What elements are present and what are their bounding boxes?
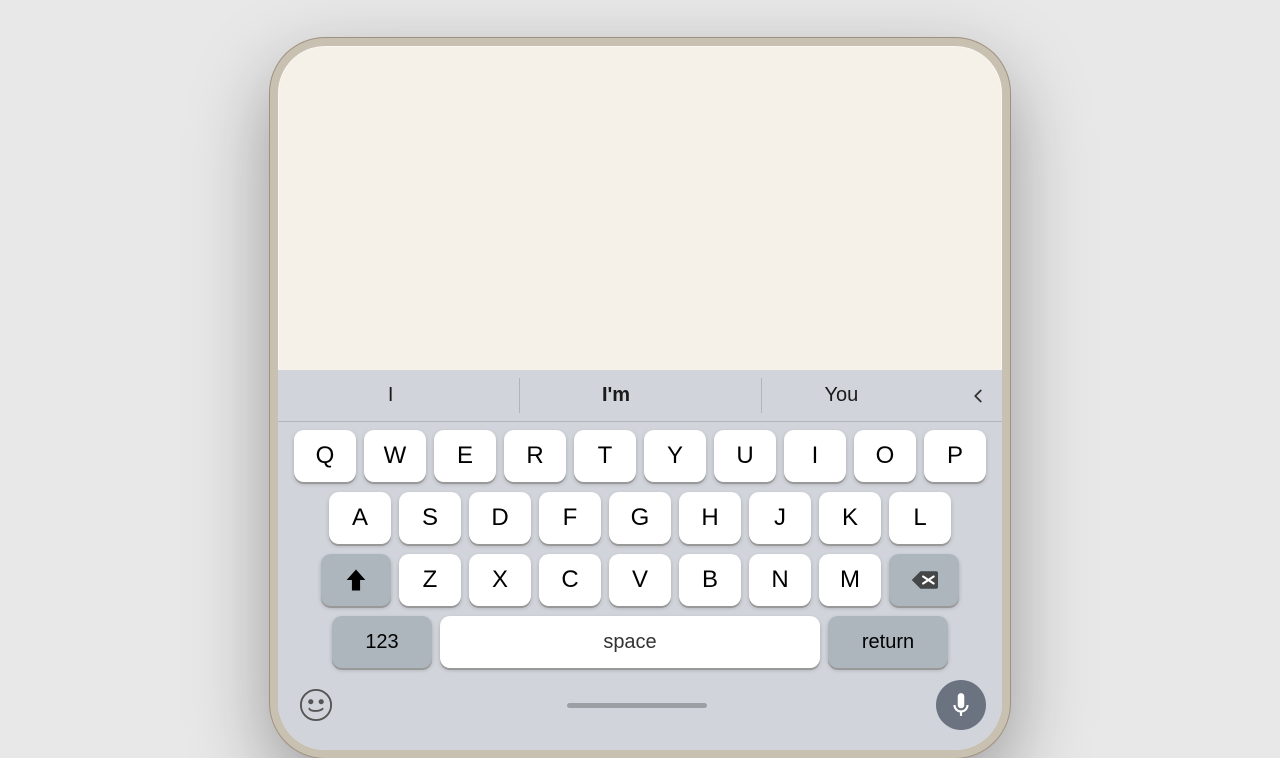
- key-N[interactable]: N: [749, 554, 811, 606]
- key-I[interactable]: I: [784, 430, 846, 482]
- predictive-bar: I I'm You: [278, 370, 1002, 422]
- key-row-4: 123 space return: [282, 616, 998, 668]
- key-K[interactable]: K: [819, 492, 881, 544]
- key-L[interactable]: L: [889, 492, 951, 544]
- bottom-bar: [278, 672, 1002, 742]
- key-F[interactable]: F: [539, 492, 601, 544]
- key-M[interactable]: M: [819, 554, 881, 606]
- space-key[interactable]: space: [440, 616, 820, 668]
- key-row-2: A S D F G H J K L: [282, 492, 998, 544]
- return-key[interactable]: return: [828, 616, 948, 668]
- key-G[interactable]: G: [609, 492, 671, 544]
- key-T[interactable]: T: [574, 430, 636, 482]
- key-row-3: Z X C V B N M: [282, 554, 998, 606]
- delete-key[interactable]: [889, 554, 959, 606]
- key-row-1: Q W E R T Y U I O P: [282, 430, 998, 482]
- emoji-button[interactable]: [294, 683, 338, 727]
- key-R[interactable]: R: [504, 430, 566, 482]
- key-P[interactable]: P: [924, 430, 986, 482]
- key-B[interactable]: B: [679, 554, 741, 606]
- microphone-button[interactable]: [936, 680, 986, 730]
- predictive-word-1[interactable]: I: [278, 376, 503, 415]
- key-J[interactable]: J: [749, 492, 811, 544]
- key-U[interactable]: U: [714, 430, 776, 482]
- key-C[interactable]: C: [539, 554, 601, 606]
- key-Y[interactable]: Y: [644, 430, 706, 482]
- home-indicator: [567, 703, 707, 708]
- key-V[interactable]: V: [609, 554, 671, 606]
- predictive-word-3[interactable]: You: [729, 376, 954, 415]
- keyboard-rows: Q W E R T Y U I O P A S D F G: [278, 422, 1002, 672]
- key-Q[interactable]: Q: [294, 430, 356, 482]
- key-E[interactable]: E: [434, 430, 496, 482]
- key-S[interactable]: S: [399, 492, 461, 544]
- key-H[interactable]: H: [679, 492, 741, 544]
- keyboard-area: I I'm You Q W E R T Y: [278, 370, 1002, 750]
- shift-key[interactable]: [321, 554, 391, 606]
- predictive-backspace[interactable]: [954, 385, 1002, 407]
- key-W[interactable]: W: [364, 430, 426, 482]
- key-X[interactable]: X: [469, 554, 531, 606]
- key-O[interactable]: O: [854, 430, 916, 482]
- key-Z[interactable]: Z: [399, 554, 461, 606]
- phone-container: I I'm You Q W E R T Y: [260, 0, 1020, 758]
- predictive-word-2[interactable]: I'm: [503, 376, 728, 415]
- numbers-key[interactable]: 123: [332, 616, 432, 668]
- key-A[interactable]: A: [329, 492, 391, 544]
- phone-frame: I I'm You Q W E R T Y: [270, 38, 1010, 758]
- key-D[interactable]: D: [469, 492, 531, 544]
